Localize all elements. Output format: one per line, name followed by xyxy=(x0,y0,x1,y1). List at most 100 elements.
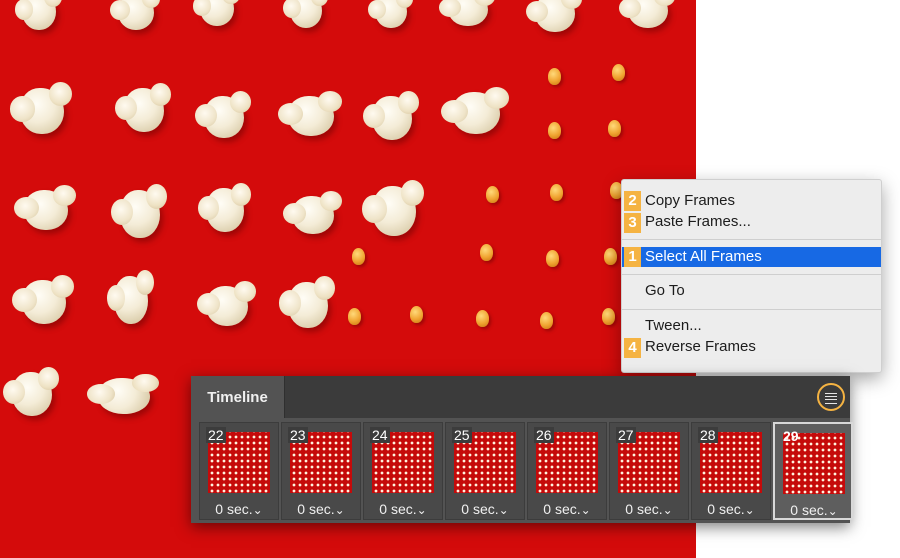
popcorn-piece xyxy=(441,86,509,134)
frame-number: 27 xyxy=(616,427,636,443)
popcorn-piece xyxy=(192,0,241,26)
corn-kernel xyxy=(476,310,489,327)
popcorn-piece xyxy=(115,82,172,132)
frame-number: 24 xyxy=(370,427,390,443)
frame-delay-value: 0 sec. xyxy=(790,502,828,518)
popcorn-piece xyxy=(282,0,328,28)
menu-item-go-to[interactable]: Go To xyxy=(622,281,881,301)
step-badge: 4 xyxy=(624,338,641,358)
popcorn-piece xyxy=(196,281,256,326)
popcorn-piece xyxy=(110,0,161,30)
frame-delay-value: 0 sec. xyxy=(297,501,335,517)
animation-frame[interactable]: 26 0 sec.⌄ xyxy=(527,422,607,520)
frame-delay-dropdown[interactable]: 0 sec.⌄ xyxy=(775,502,853,518)
corn-kernel xyxy=(348,308,361,325)
frame-delay-dropdown[interactable]: 0 sec.⌄ xyxy=(200,501,278,517)
frame-number: 23 xyxy=(288,427,308,443)
menu-item-label: Select All Frames xyxy=(645,248,762,265)
animation-frame-selected[interactable]: 29 0 sec.⌄ xyxy=(773,422,853,520)
frame-delay-value: 0 sec. xyxy=(543,501,581,517)
popcorn-piece xyxy=(282,191,342,234)
panel-menu-button[interactable] xyxy=(817,383,845,411)
menu-item-label: Copy Frames xyxy=(645,192,736,209)
popcorn-piece xyxy=(195,90,252,138)
chevron-down-icon: ⌄ xyxy=(827,504,838,518)
step-badge: 3 xyxy=(624,213,641,233)
popcorn-piece xyxy=(619,0,676,28)
timeline-context-menu: Copy Frames 2 Paste Frames... 3 Select A… xyxy=(621,179,882,373)
popcorn-piece xyxy=(277,91,343,136)
frame-delay-dropdown[interactable]: 0 sec.⌄ xyxy=(610,501,688,517)
popcorn-piece xyxy=(279,276,336,328)
step-badge: 1 xyxy=(624,247,641,267)
corn-kernel xyxy=(548,122,561,139)
timeline-panel: Timeline 22 0 sec.⌄ 23 0 sec.⌄ 24 0 sec.… xyxy=(191,376,853,523)
frame-delay-dropdown[interactable]: 0 sec.⌄ xyxy=(528,501,606,517)
frame-delay-value: 0 sec. xyxy=(379,501,417,517)
popcorn-piece xyxy=(439,0,496,26)
animation-frame[interactable]: 22 0 sec.⌄ xyxy=(199,422,279,520)
corn-kernel xyxy=(486,186,499,203)
step-badge: 2 xyxy=(624,191,641,211)
popcorn-piece xyxy=(10,82,72,134)
frame-number: 25 xyxy=(452,427,472,443)
popcorn-piece xyxy=(12,274,74,324)
animation-frame[interactable]: 24 0 sec.⌄ xyxy=(363,422,443,520)
frame-delay-dropdown[interactable]: 0 sec.⌄ xyxy=(364,501,442,517)
popcorn-piece xyxy=(362,180,424,236)
frame-number: 29 xyxy=(783,428,799,444)
menu-item-paste-frames[interactable]: Paste Frames... xyxy=(622,212,881,232)
frame-number: 22 xyxy=(206,427,226,443)
tab-timeline[interactable]: Timeline xyxy=(191,376,285,418)
frame-number: 26 xyxy=(534,427,554,443)
corn-kernel xyxy=(540,312,553,329)
chevron-down-icon: ⌄ xyxy=(498,503,509,517)
frame-delay-value: 0 sec. xyxy=(625,501,663,517)
menu-item-tween[interactable]: Tween... xyxy=(622,316,881,336)
timeline-header: Timeline xyxy=(191,376,850,418)
popcorn-piece xyxy=(14,185,76,230)
corn-kernel xyxy=(608,120,621,137)
menu-item-label: Tween... xyxy=(645,317,702,334)
frame-delay-dropdown[interactable]: 0 sec.⌄ xyxy=(692,501,770,517)
corn-kernel xyxy=(602,308,615,325)
popcorn-piece xyxy=(111,184,168,238)
frame-delay-value: 0 sec. xyxy=(461,501,499,517)
frame-delay-dropdown[interactable]: 0 sec.⌄ xyxy=(446,501,524,517)
frame-delay-value: 0 sec. xyxy=(707,501,745,517)
animation-frame[interactable]: 23 0 sec.⌄ xyxy=(281,422,361,520)
popcorn-piece xyxy=(3,366,60,416)
animation-frame[interactable]: 28 0 sec.⌄ xyxy=(691,422,771,520)
chevron-down-icon: ⌄ xyxy=(580,503,591,517)
chevron-down-icon: ⌄ xyxy=(334,503,345,517)
corn-kernel xyxy=(546,250,559,267)
corn-kernel xyxy=(550,184,563,201)
menu-separator xyxy=(622,309,881,310)
menu-item-label: Reverse Frames xyxy=(645,338,756,355)
popcorn-piece xyxy=(86,373,160,414)
popcorn-piece xyxy=(526,0,583,32)
frame-delay-value: 0 sec. xyxy=(215,501,253,517)
animation-frame[interactable]: 27 0 sec.⌄ xyxy=(609,422,689,520)
corn-kernel xyxy=(548,68,561,85)
corn-kernel xyxy=(410,306,423,323)
menu-item-copy-frames[interactable]: Copy Frames xyxy=(622,191,881,211)
corn-kernel xyxy=(612,64,625,81)
animation-frame[interactable]: 25 0 sec.⌄ xyxy=(445,422,525,520)
chevron-down-icon: ⌄ xyxy=(744,503,755,517)
popcorn-piece xyxy=(14,0,63,30)
chevron-down-icon: ⌄ xyxy=(252,503,263,517)
menu-item-label: Go To xyxy=(645,282,685,299)
corn-kernel xyxy=(604,248,617,265)
corn-kernel xyxy=(352,248,365,265)
chevron-down-icon: ⌄ xyxy=(662,503,673,517)
popcorn-piece xyxy=(367,0,413,28)
panel-menu-icon xyxy=(825,393,837,404)
menu-separator xyxy=(622,274,881,275)
menu-item-select-all-frames[interactable]: Select All Frames xyxy=(622,247,881,267)
menu-item-label: Paste Frames... xyxy=(645,213,751,230)
frame-delay-dropdown[interactable]: 0 sec.⌄ xyxy=(282,501,360,517)
menu-item-reverse-frames[interactable]: Reverse Frames xyxy=(622,337,881,357)
corn-kernel xyxy=(480,244,493,261)
chevron-down-icon: ⌄ xyxy=(416,503,427,517)
